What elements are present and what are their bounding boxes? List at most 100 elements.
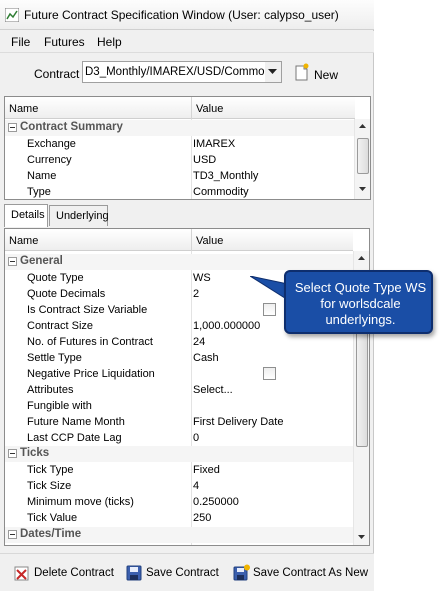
scroll-down-icon[interactable]: [359, 187, 366, 191]
collapse-icon[interactable]: [8, 449, 17, 458]
tab-underlying[interactable]: Underlying: [49, 205, 109, 226]
scroll-up-icon[interactable]: [359, 124, 366, 128]
column-header-name[interactable]: Name: [9, 235, 38, 247]
scroll-up-icon[interactable]: [358, 256, 365, 260]
property-name: Currency: [27, 154, 72, 166]
save-contract-label: Save Contract: [146, 567, 219, 579]
attributes-select-link[interactable]: Select...: [193, 384, 233, 396]
collapse-icon[interactable]: [8, 257, 17, 266]
property-value: Fixed: [193, 464, 220, 476]
property-name: Contract Size: [27, 320, 94, 332]
property-name: Future Name Month: [27, 416, 125, 428]
tab-details[interactable]: Details: [4, 204, 48, 227]
property-value: Commodity: [193, 186, 249, 198]
contract-selector-row: Contract D3_Monthly/IMAREX/USD/Commodity…: [0, 54, 374, 92]
property-row[interactable]: Future Name Month First Delivery Date: [5, 414, 353, 430]
property-value: 1,000.000000: [193, 320, 261, 332]
menu-bar: File Futures Help: [0, 31, 374, 53]
property-name: Attributes: [27, 384, 74, 396]
property-value: 0.250000: [193, 496, 239, 508]
property-name: Exchange: [27, 138, 76, 150]
property-row[interactable]: Minimum move (ticks) 0.250000: [5, 494, 353, 510]
delete-contract-label: Delete Contract: [34, 567, 114, 579]
property-name: Name: [27, 170, 57, 182]
property-name: Quote Decimals: [27, 288, 106, 300]
property-row[interactable]: Type Commodity: [5, 184, 355, 199]
summary-scrollbar[interactable]: [354, 119, 370, 199]
property-name: Is Contract Size Variable: [27, 304, 148, 316]
category-ticks[interactable]: Ticks: [5, 446, 353, 462]
property-value: 4: [193, 480, 200, 492]
property-row[interactable]: Last CCP Date Lag 0: [5, 430, 353, 446]
save-contract-as-new-button[interactable]: Save Contract As New: [233, 564, 369, 582]
contract-combobox[interactable]: D3_Monthly/IMAREX/USD/Commodity: [82, 61, 282, 83]
contract-value: D3_Monthly/IMAREX/USD/Commodity: [85, 66, 282, 78]
column-header-value[interactable]: Value: [196, 235, 223, 247]
property-row[interactable]: Exchange IMAREX: [5, 136, 355, 152]
save-contract-as-new-label: Save Contract As New: [253, 567, 369, 579]
save-as-new-icon: [233, 564, 250, 581]
category-label: Dates/Time: [20, 528, 82, 540]
property-value: TD3_Monthly: [193, 170, 259, 182]
negative-price-liquidation-checkbox[interactable]: [263, 367, 276, 380]
category-dates-time[interactable]: Dates/Time: [5, 527, 353, 543]
property-name: Quote Type: [27, 272, 84, 284]
property-row[interactable]: Name TD3_Monthly: [5, 168, 355, 184]
save-contract-button[interactable]: Save Contract: [126, 564, 222, 582]
dropdown-button[interactable]: [265, 62, 281, 82]
column-header-name[interactable]: Name: [9, 103, 38, 115]
property-value: 24: [193, 336, 206, 348]
property-row[interactable]: Negative Price Liquidation: [5, 366, 353, 382]
grid-header: Name Value: [5, 97, 355, 119]
property-row[interactable]: No. of Futures in Contract 24: [5, 334, 353, 350]
new-document-icon: [295, 63, 309, 81]
property-value: First Delivery Date: [193, 416, 284, 428]
chevron-down-icon: [268, 69, 277, 74]
property-row[interactable]: Currency USD: [5, 152, 355, 168]
category-label: Contract Summary: [20, 121, 123, 133]
property-value: USD: [193, 154, 217, 166]
menu-help[interactable]: Help: [97, 35, 122, 49]
bottom-toolbar: Delete Contract Save Contract Save Contr…: [0, 553, 374, 591]
new-button-label: New: [314, 68, 339, 82]
menu-file[interactable]: File: [11, 35, 30, 49]
scroll-down-icon[interactable]: [358, 535, 365, 539]
property-row[interactable]: Tick Type Fixed: [5, 462, 353, 478]
property-name: Settle Type: [27, 352, 82, 364]
new-contract-button[interactable]: New: [294, 63, 346, 83]
property-value: IMAREX: [193, 138, 236, 150]
callout-tooltip: Select Quote Type WS for worlsdcale unde…: [284, 270, 433, 334]
property-name: Tick Size: [27, 480, 72, 492]
collapse-icon[interactable]: [8, 123, 17, 132]
property-value: WS: [193, 272, 211, 284]
window-title: Future Contract Specification Window (Us…: [24, 8, 339, 22]
contract-summary-grid: Name Value Contract Summary Exchange IMA…: [4, 96, 371, 200]
property-name: Tick Value: [27, 512, 78, 524]
property-name: Last CCP Date Lag: [27, 432, 122, 444]
property-name: No. of Futures in Contract: [27, 336, 153, 348]
property-value: 0: [193, 432, 200, 444]
property-row[interactable]: Tick Size 4: [5, 478, 353, 494]
scrollbar-thumb[interactable]: [357, 138, 369, 174]
property-row[interactable]: Settle Type Cash: [5, 350, 353, 366]
property-row[interactable]: Tick Value 250: [5, 510, 353, 526]
property-row[interactable]: Attributes Select...: [5, 382, 353, 398]
category-label: General: [20, 255, 63, 267]
category-general[interactable]: General: [5, 254, 353, 270]
callout-text: Select Quote Type WS for worlsdcale unde…: [294, 280, 427, 327]
save-disk-icon: [126, 565, 142, 581]
delete-icon: [14, 566, 29, 581]
property-row[interactable]: Fungible with: [5, 398, 353, 414]
delete-contract-button[interactable]: Delete Contract: [14, 564, 116, 582]
category-contract-summary[interactable]: Contract Summary: [5, 120, 355, 136]
collapse-icon[interactable]: [8, 530, 17, 539]
contract-label: Contract: [34, 67, 80, 81]
property-value: 2: [193, 288, 200, 300]
grid-header: Name Value: [5, 229, 353, 251]
property-name: Minimum move (ticks): [27, 496, 134, 508]
column-header-value[interactable]: Value: [196, 103, 223, 115]
property-name: Fungible with: [27, 400, 92, 412]
property-name: Type: [27, 186, 51, 198]
menu-futures[interactable]: Futures: [44, 35, 85, 49]
property-name: Tick Type: [27, 464, 74, 476]
